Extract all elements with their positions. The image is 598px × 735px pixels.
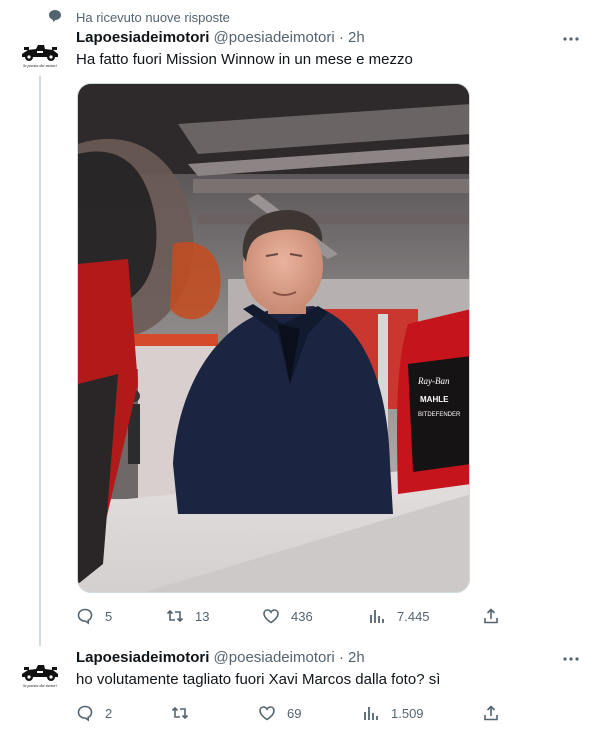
reply-count: 2	[105, 705, 113, 721]
views-count: 1.509	[391, 705, 424, 721]
reply-count: 5	[105, 608, 113, 624]
author-name[interactable]: Lapoesiadeimotori	[76, 649, 209, 666]
reply-button[interactable]: 5	[76, 606, 112, 626]
separator-dot: ·	[338, 29, 344, 46]
views-button[interactable]: 7.445	[368, 606, 430, 626]
svg-text:la poesia dei motori: la poesia dei motori	[23, 63, 57, 68]
notification-row: Ha ricevuto nuove risposte	[48, 8, 230, 26]
share-icon	[484, 608, 498, 624]
avatar[interactable]: la poesia dei motori	[18, 650, 62, 694]
retweet-icon	[171, 706, 189, 720]
tweet-header: Lapoesiadeimotori @poesiadeimotori · 2h	[76, 28, 365, 48]
reply-icon	[77, 705, 93, 722]
heart-icon	[259, 706, 275, 721]
tweet-actions: 2 69 1.509	[76, 703, 506, 723]
tweet-header: Lapoesiadeimotori @poesiadeimotori · 2h	[76, 648, 365, 668]
tweet-time[interactable]: 2h	[348, 649, 365, 666]
reply-icon	[77, 608, 93, 625]
views-count: 7.445	[397, 608, 430, 624]
like-count: 436	[291, 608, 313, 624]
author-name[interactable]: Lapoesiadeimotori	[76, 29, 209, 46]
more-options-icon[interactable]	[562, 650, 580, 668]
tweet-actions: 5 13 436 7.445	[76, 606, 506, 626]
reply-button[interactable]: 2	[76, 703, 112, 723]
like-button[interactable]: 69	[258, 703, 301, 723]
avatar[interactable]: la poesia dei motori	[18, 30, 62, 74]
tweet-photo[interactable]: Ray-Ban MAHLE BITDEFENDER	[77, 83, 470, 593]
race-car-logo: la poesia dei motori	[18, 650, 62, 694]
views-button[interactable]: 1.509	[362, 703, 424, 723]
author-handle[interactable]: @poesiadeimotori	[214, 29, 335, 46]
separator-dot: ·	[338, 649, 344, 666]
race-car-logo: la poesia dei motori	[18, 30, 62, 74]
retweet-count: 13	[195, 608, 210, 624]
retweet-icon	[166, 609, 184, 623]
author-handle[interactable]: @poesiadeimotori	[214, 649, 335, 666]
sponsor-text-2: MAHLE	[420, 395, 449, 404]
photo-illustration: Ray-Ban MAHLE BITDEFENDER	[78, 84, 469, 592]
views-icon	[364, 707, 378, 720]
share-button[interactable]	[482, 703, 500, 723]
like-button[interactable]: 436	[262, 606, 313, 626]
sponsor-text-1: Ray-Ban	[417, 376, 450, 386]
svg-text:la poesia dei motori: la poesia dei motori	[23, 683, 57, 688]
like-count: 69	[287, 705, 302, 721]
tweet-text: ho volutamente tagliato fuori Xavi Marco…	[76, 671, 441, 688]
tweet-time[interactable]: 2h	[348, 29, 365, 46]
sponsor-text-3: BITDEFENDER	[418, 412, 461, 418]
share-icon	[484, 705, 498, 721]
share-button[interactable]	[482, 606, 500, 626]
thread-line	[39, 76, 41, 646]
heart-icon	[263, 609, 279, 624]
retweet-button[interactable]	[171, 703, 200, 723]
notification-text: Ha ricevuto nuove risposte	[76, 9, 230, 25]
views-icon	[370, 610, 384, 623]
tweet-text: Ha fatto fuori Mission Winnow in un mese…	[76, 51, 413, 68]
chat-bubble-icon	[49, 10, 61, 22]
more-options-icon[interactable]	[562, 30, 580, 48]
retweet-button[interactable]: 13	[166, 606, 209, 626]
